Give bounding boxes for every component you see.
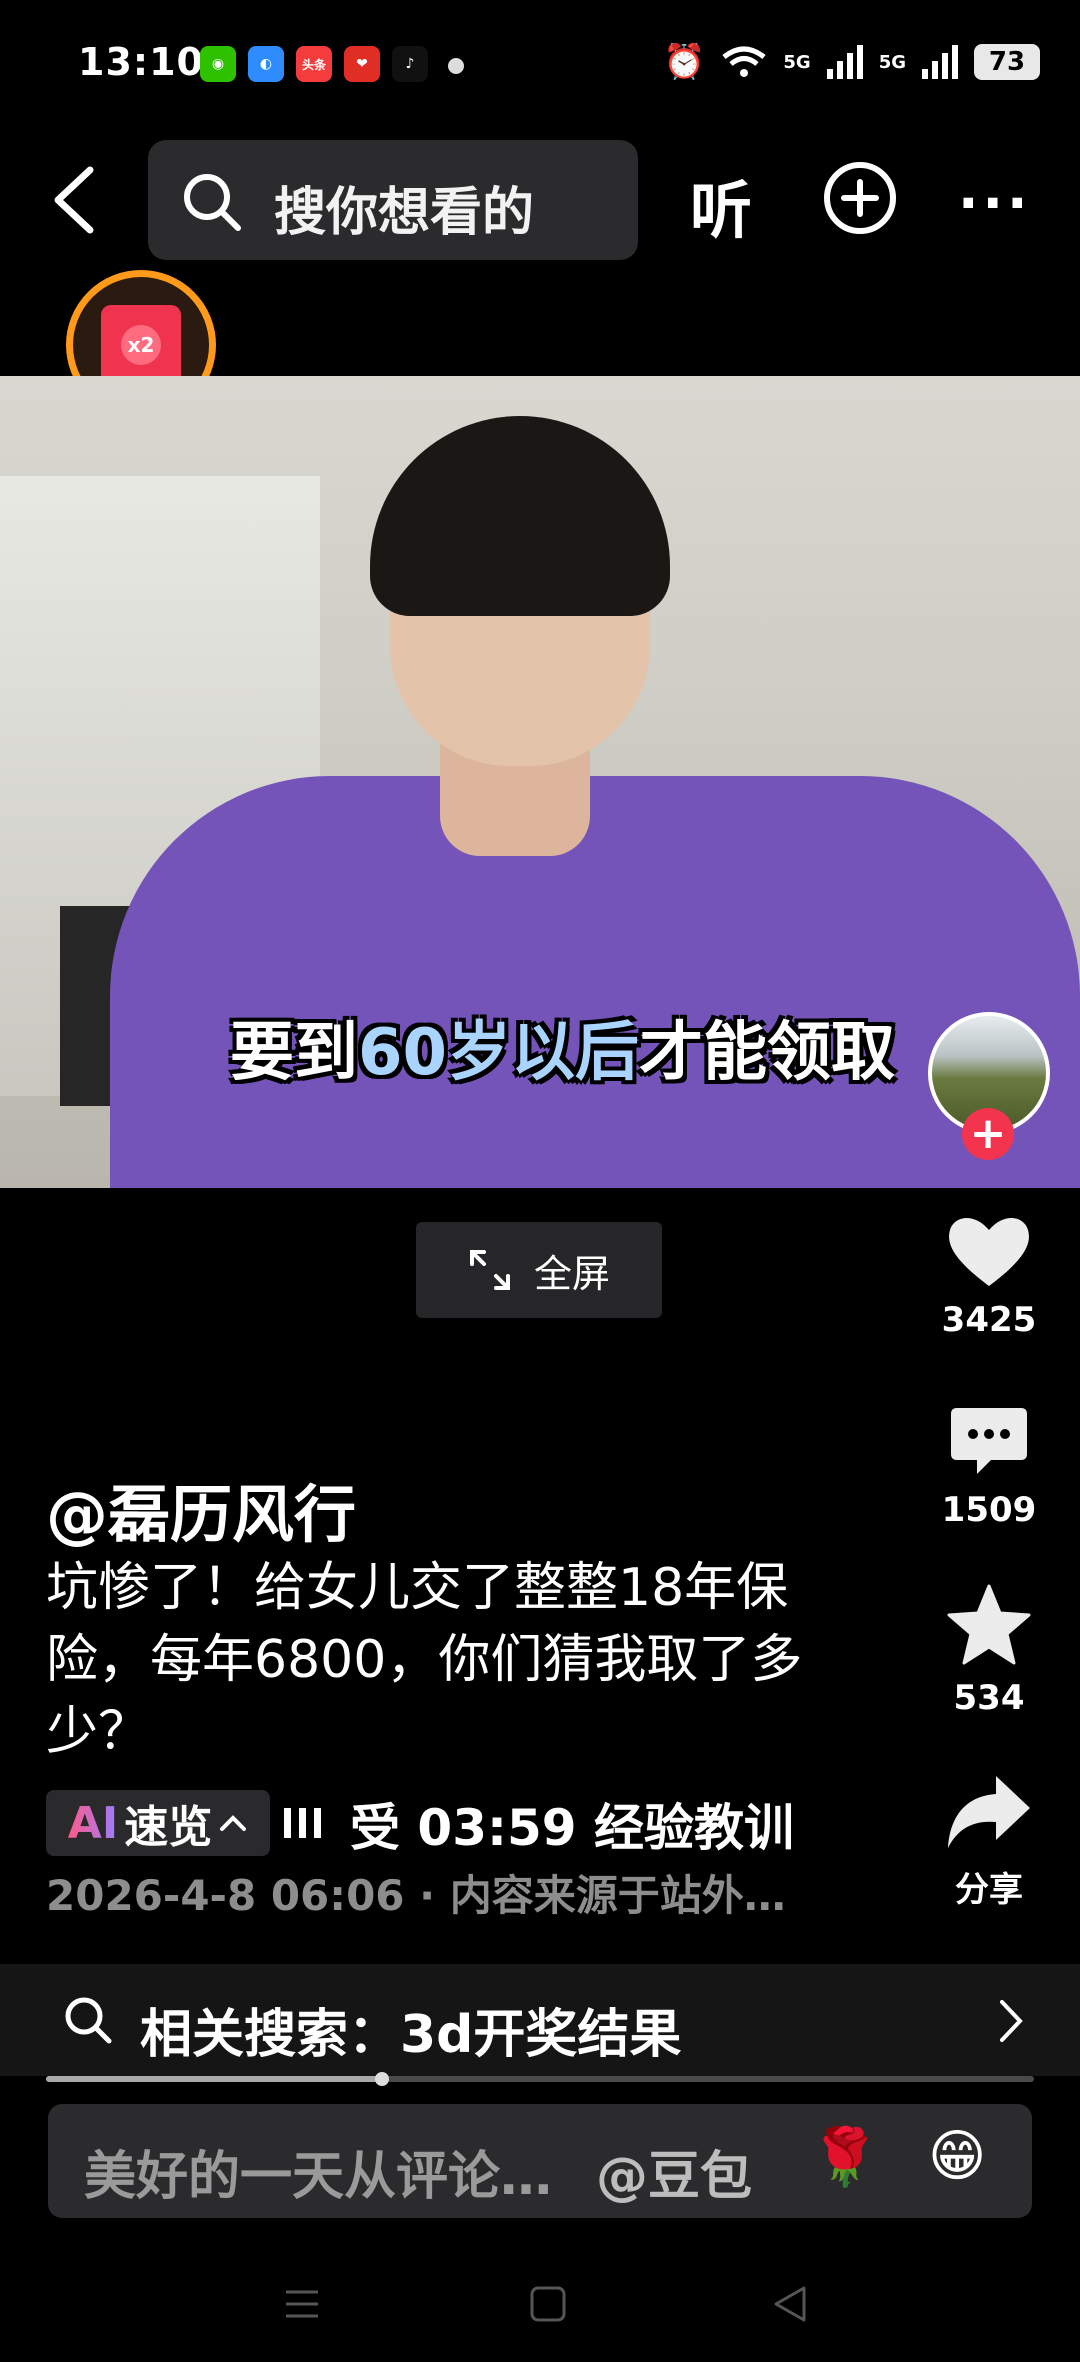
ai-summary-button[interactable]: AI 速览 — [46, 1790, 270, 1856]
like-action[interactable]: 3425 — [928, 1210, 1050, 1340]
wifi-icon — [722, 46, 766, 77]
comment-action[interactable]: 1509 — [928, 1404, 1050, 1530]
video-progress-bar[interactable] — [46, 2072, 1034, 2086]
comment-input-bar[interactable]: 美好的一天从评论… @豆包 🌹 😁 — [48, 2104, 1032, 2218]
favorite-action[interactable]: 534 — [928, 1582, 1050, 1718]
wechat-icon: ◉ — [200, 46, 236, 82]
comment-count: 1509 — [941, 1490, 1037, 1530]
more-options-button[interactable]: ··· — [958, 172, 1032, 235]
ai-label: AI — [67, 1797, 119, 1849]
post-date-source: 2026-4-8 06:06 · 内容来源于站外… — [46, 1871, 786, 1920]
grin-emoji-button[interactable]: 😁 — [928, 2124, 986, 2189]
video-person-hair — [370, 416, 670, 616]
caption-suffix: 才能领取 — [639, 1016, 896, 1090]
menu-icon[interactable] — [282, 2284, 322, 2324]
mention-doubao-button[interactable]: @豆包 — [596, 2134, 752, 2209]
chevron-right-icon — [1000, 2000, 1023, 2042]
fullscreen-label: 全屏 — [533, 1251, 610, 1296]
comment-placeholder: 美好的一天从评论… — [84, 2147, 553, 2207]
video-progress-fill — [46, 2076, 382, 2082]
search-box[interactable]: 搜你想看的 — [148, 140, 638, 260]
video-person-body — [110, 776, 1080, 1188]
share-icon — [948, 1776, 1030, 1848]
back-button[interactable] — [40, 160, 110, 240]
expand-icon — [469, 1250, 510, 1290]
caption-highlight: 60岁以后 — [358, 1016, 640, 1090]
status-indicators: ⏰ 5G 5G 73 — [663, 42, 1040, 82]
search-placeholder: 搜你想看的 — [274, 183, 535, 243]
video-caption: 要到60岁以后才能领取 — [230, 1001, 895, 1093]
share-label: 分享 — [955, 1870, 1023, 1910]
post-title: 坑惨了！给女儿交了整整18年保险，每年6800，你们猜我取了多少？ — [46, 1558, 803, 1762]
signal-5g-label-2: 5G — [878, 51, 906, 73]
video-player[interactable]: 要到60岁以后才能领取 — [0, 376, 1080, 1188]
search-icon — [65, 1997, 112, 2044]
notification-dot — [448, 58, 464, 74]
pinduoduo-icon: ❤ — [344, 46, 380, 82]
red-packet-icon: x2 — [101, 305, 181, 385]
battery-indicator: 73 — [974, 44, 1040, 80]
chevron-up-icon — [220, 1815, 247, 1831]
signal-icon — [826, 45, 863, 79]
related-search-label: 相关搜索：3d开奖结果 — [140, 2005, 682, 2065]
plus-icon — [841, 179, 879, 217]
star-icon — [947, 1584, 1031, 1665]
signal-icon-2 — [922, 45, 958, 79]
related-search-bar[interactable]: 相关搜索：3d开奖结果 — [0, 1964, 1080, 2076]
browser-icon: ◐ — [248, 46, 284, 82]
video-progress-handle[interactable] — [374, 2072, 389, 2086]
toutiao-icon: 头条 — [296, 46, 332, 82]
status-bar: 13:10 ◉ ◐ 头条 ❤ ♪ ⏰ 5G 5G 73 — [0, 0, 1080, 130]
listen-button[interactable]: 听 — [690, 160, 752, 250]
rose-emoji-button[interactable]: 🌹 — [810, 2124, 880, 2190]
follow-button[interactable]: + — [962, 1108, 1014, 1160]
search-icon — [184, 174, 241, 231]
ai-summary-label: 速览 — [124, 1802, 213, 1853]
heart-icon — [949, 1217, 1029, 1286]
signal-5g-label-1: 5G — [783, 51, 811, 73]
chapter-marquee[interactable]: 受 03:59 经验教训 — [350, 1788, 840, 1860]
add-button[interactable] — [824, 162, 896, 234]
system-navigation-bar — [0, 2250, 1080, 2362]
alarm-icon: ⏰ — [663, 42, 706, 82]
fullscreen-button[interactable]: 全屏 — [416, 1222, 662, 1318]
back-triangle-icon[interactable] — [770, 2284, 810, 2324]
tiktok-icon: ♪ — [392, 46, 428, 82]
author-name[interactable]: @磊历风行 — [46, 1464, 356, 1554]
multiplier-badge: x2 — [121, 325, 161, 365]
home-icon[interactable] — [528, 2284, 568, 2324]
caption-prefix: 要到 — [230, 1016, 358, 1090]
status-time: 13:10 — [78, 40, 204, 84]
comment-icon — [951, 1408, 1027, 1474]
favorite-count: 534 — [953, 1678, 1025, 1718]
like-count: 3425 — [941, 1300, 1037, 1340]
share-action[interactable]: 分享 — [928, 1772, 1050, 1911]
audio-wave-icon — [284, 1808, 321, 1838]
